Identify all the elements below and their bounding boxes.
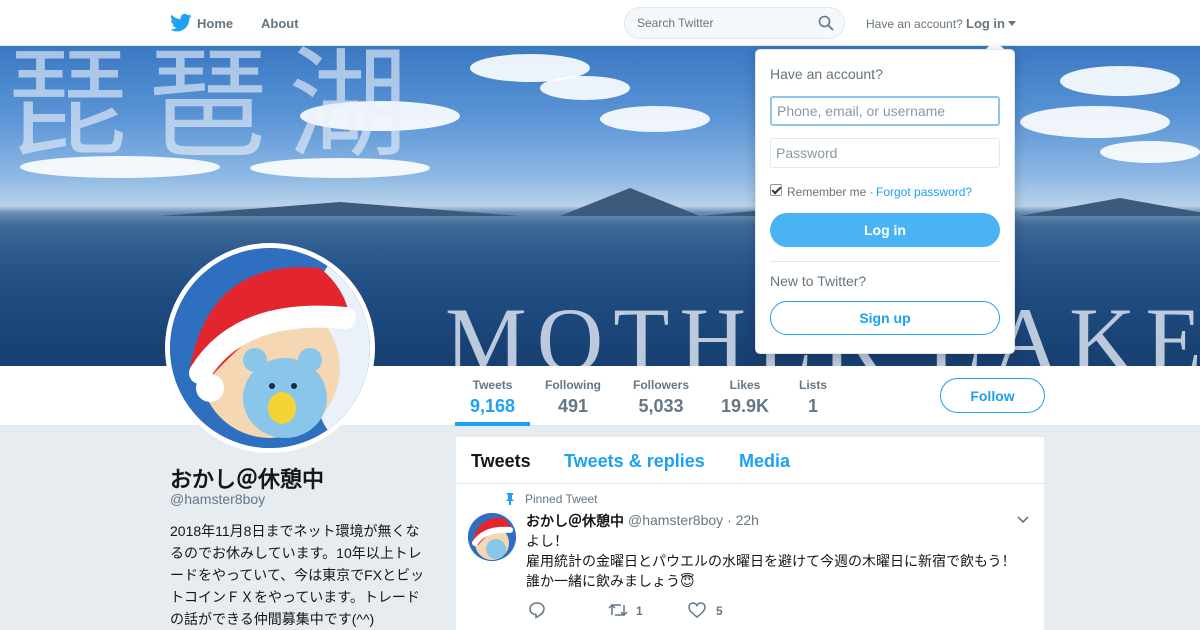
tab-tweets[interactable]: Tweets bbox=[471, 451, 531, 472]
stat-value: 19.9K bbox=[721, 396, 770, 416]
remember-me-checkbox[interactable] bbox=[770, 184, 782, 196]
stat-label: Tweets bbox=[472, 378, 513, 392]
twitter-bird-icon[interactable] bbox=[170, 13, 192, 33]
chevron-down-icon[interactable] bbox=[1008, 21, 1016, 26]
retweet-icon[interactable] bbox=[608, 601, 628, 619]
retweet-count: 1 bbox=[636, 604, 643, 618]
profile-handle[interactable]: @hamster8boy bbox=[170, 491, 265, 507]
search-box bbox=[624, 7, 845, 39]
search-icon[interactable] bbox=[818, 15, 834, 31]
remember-me-label[interactable]: Remember me · bbox=[787, 185, 874, 199]
search-input[interactable] bbox=[625, 8, 810, 38]
profile-bio: 2018年11月8日までネット環境が無くなるのでお休みしています。10年以上トレ… bbox=[170, 523, 425, 627]
stat-value: 9,168 bbox=[470, 396, 516, 416]
signup-button[interactable]: Sign up bbox=[770, 301, 1000, 335]
tab-tweets-replies[interactable]: Tweets & replies bbox=[564, 451, 705, 472]
stat-value: 1 bbox=[808, 396, 819, 416]
stat-likes[interactable]: Likes 19.9K bbox=[721, 378, 769, 417]
timeline: Tweets Tweets & replies Media Pinned Twe… bbox=[456, 437, 1044, 630]
username-input[interactable] bbox=[770, 96, 1000, 126]
top-nav: Home About Have an account? Log in bbox=[0, 0, 1200, 46]
stat-label: Likes bbox=[729, 378, 761, 392]
profile-avatar[interactable] bbox=[165, 243, 375, 453]
chevron-down-icon[interactable] bbox=[1017, 515, 1029, 525]
new-to-twitter-label: New to Twitter? bbox=[770, 273, 867, 289]
login-dropdown: Have an account? Remember me · Forgot pa… bbox=[755, 49, 1015, 354]
banner-kanji-title: 琵琶湖 bbox=[8, 46, 428, 175]
avatar-illustration bbox=[170, 248, 370, 448]
like-count: 5 bbox=[716, 604, 723, 618]
stat-label: Following bbox=[545, 378, 601, 392]
dropdown-title: Have an account? bbox=[770, 66, 883, 82]
pin-icon bbox=[506, 493, 514, 505]
password-input[interactable] bbox=[770, 138, 1000, 168]
stat-tweets[interactable]: Tweets 9,168 bbox=[470, 378, 515, 417]
login-menu-button[interactable]: Log in bbox=[966, 16, 1005, 31]
login-button[interactable]: Log in bbox=[770, 213, 1000, 247]
tweet-author-handle[interactable]: @hamster8boy · 22h bbox=[628, 512, 759, 528]
stat-lists[interactable]: Lists 1 bbox=[799, 378, 827, 417]
stat-value: 491 bbox=[557, 396, 589, 416]
stat-label: Followers bbox=[633, 378, 690, 392]
follow-button[interactable]: Follow bbox=[940, 378, 1045, 413]
like-icon[interactable] bbox=[688, 601, 706, 619]
stat-label: Lists bbox=[799, 378, 828, 392]
timeline-tabs: Tweets Tweets & replies Media bbox=[456, 437, 1044, 484]
tab-media[interactable]: Media bbox=[739, 451, 790, 472]
dropdown-caret bbox=[986, 40, 1004, 49]
stat-following[interactable]: Following 491 bbox=[545, 378, 601, 417]
pinned-tweet-label: Pinned Tweet bbox=[525, 492, 598, 506]
active-tab-indicator bbox=[455, 422, 530, 426]
nav-home-link[interactable]: Home bbox=[197, 16, 233, 31]
reply-icon[interactable] bbox=[528, 601, 546, 619]
profile-name[interactable]: おかし＠休憩中 bbox=[170, 462, 324, 494]
have-account-label: Have an account? bbox=[866, 17, 963, 31]
tweet-author-name[interactable]: おかし＠休憩中 bbox=[526, 511, 624, 531]
tweet-text: よし！ 雇用統計の金曜日とパウエルの水曜日を避けて今週の木曜日に新宿で飲もう！ … bbox=[526, 533, 1016, 589]
nav-about-link[interactable]: About bbox=[261, 16, 299, 31]
stat-followers[interactable]: Followers 5,033 bbox=[633, 378, 689, 417]
forgot-password-link[interactable]: Forgot password? bbox=[876, 185, 972, 199]
stat-value: 5,033 bbox=[638, 396, 684, 416]
divider bbox=[770, 261, 1000, 262]
tweet-avatar[interactable] bbox=[468, 513, 516, 561]
